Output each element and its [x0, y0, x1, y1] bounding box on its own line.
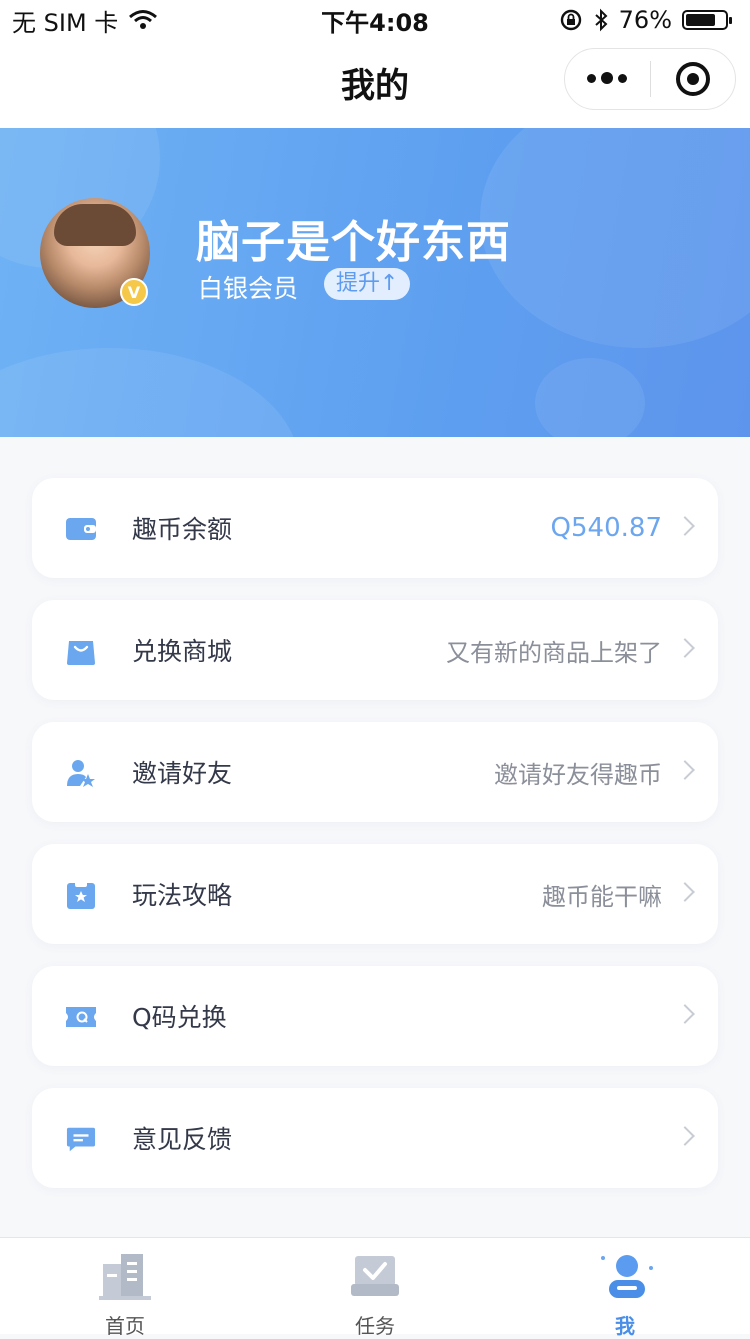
wifi-icon — [128, 9, 158, 31]
menu-label: 意见反馈 — [132, 1125, 233, 1154]
tab-label: 我 — [615, 1314, 635, 1338]
building-icon — [99, 1252, 151, 1302]
tab-home[interactable]: 首页 — [0, 1238, 250, 1338]
close-mini-program-button[interactable] — [651, 48, 736, 110]
menu-item-qcode[interactable]: Q码兑换 — [32, 966, 718, 1066]
battery-icon — [682, 10, 732, 30]
chevron-right-icon — [675, 760, 695, 780]
profile-header: V 脑子是个好东西 白银会员 提升↑ — [0, 128, 750, 437]
wallet-icon — [66, 514, 96, 544]
carrier-text: 无 SIM 卡 — [12, 8, 119, 37]
menu-hint: 又有新的商品上架了 — [446, 638, 662, 667]
menu-item-mall[interactable]: 兑换商城 又有新的商品上架了 — [32, 600, 718, 700]
tab-me[interactable]: 我 — [500, 1238, 750, 1338]
guide-book-icon — [66, 880, 96, 910]
upgrade-button[interactable]: 提升↑ — [324, 268, 411, 300]
menu-label: 玩法攻略 — [132, 881, 233, 910]
status-right: 76% — [559, 6, 732, 34]
tab-label: 首页 — [105, 1314, 145, 1338]
tab-bar: 首页 任务 我 — [0, 1237, 750, 1338]
mini-program-capsule — [564, 48, 736, 110]
battery-fill — [686, 14, 715, 26]
user-star-icon — [66, 758, 96, 788]
nav-bar: 我的 — [0, 40, 750, 128]
member-level: 白银会员 — [198, 274, 299, 303]
menu-item-balance[interactable]: 趣币余额 Q540.87 — [32, 478, 718, 578]
menu-list: 趣币余额 Q540.87 兑换商城 又有新的商品上架了 邀请好友 邀请好友得趣币 — [32, 478, 718, 1210]
menu-label: Q码兑换 — [132, 1003, 227, 1032]
chevron-right-icon — [675, 1004, 695, 1024]
menu-item-guide[interactable]: 玩法攻略 趣币能干嘛 — [32, 844, 718, 944]
rotation-lock-icon — [559, 8, 583, 32]
ticket-icon — [66, 1002, 96, 1032]
target-close-icon — [675, 62, 710, 96]
battery-percent: 76% — [618, 6, 672, 34]
tab-label: 任务 — [355, 1314, 395, 1338]
vip-badge: V — [120, 278, 148, 306]
status-left: 无 SIM 卡 — [12, 3, 158, 38]
chevron-right-icon — [675, 516, 695, 536]
task-check-icon — [349, 1252, 401, 1302]
more-dots-icon — [587, 72, 628, 85]
balance-value: Q540.87 — [550, 513, 662, 543]
status-time: 下午4:08 — [321, 8, 429, 37]
decor-bubble — [0, 348, 300, 437]
profile-icon — [599, 1252, 653, 1302]
decor-bubble — [480, 128, 750, 348]
menu-label: 趣币余额 — [132, 515, 233, 544]
menu-item-feedback[interactable]: 意见反馈 — [32, 1088, 718, 1188]
message-icon — [66, 1124, 96, 1154]
tab-tasks[interactable]: 任务 — [250, 1238, 500, 1338]
chevron-right-icon — [675, 882, 695, 902]
menu-hint: 邀请好友得趣币 — [494, 760, 662, 789]
bluetooth-icon — [593, 8, 609, 32]
menu-label: 兑换商城 — [132, 637, 233, 666]
avatar-hair — [54, 204, 136, 246]
user-name: 脑子是个好东西 — [196, 217, 511, 268]
shopping-bag-icon — [66, 636, 96, 666]
menu-label: 邀请好友 — [132, 759, 233, 788]
status-bar: 无 SIM 卡 下午4:08 76% — [0, 0, 750, 40]
menu-hint: 趣币能干嘛 — [542, 882, 662, 911]
chevron-right-icon — [675, 638, 695, 658]
more-button[interactable] — [565, 48, 650, 110]
chevron-right-icon — [675, 1126, 695, 1146]
menu-item-invite[interactable]: 邀请好友 邀请好友得趣币 — [32, 722, 718, 822]
decor-bubble — [535, 358, 645, 437]
